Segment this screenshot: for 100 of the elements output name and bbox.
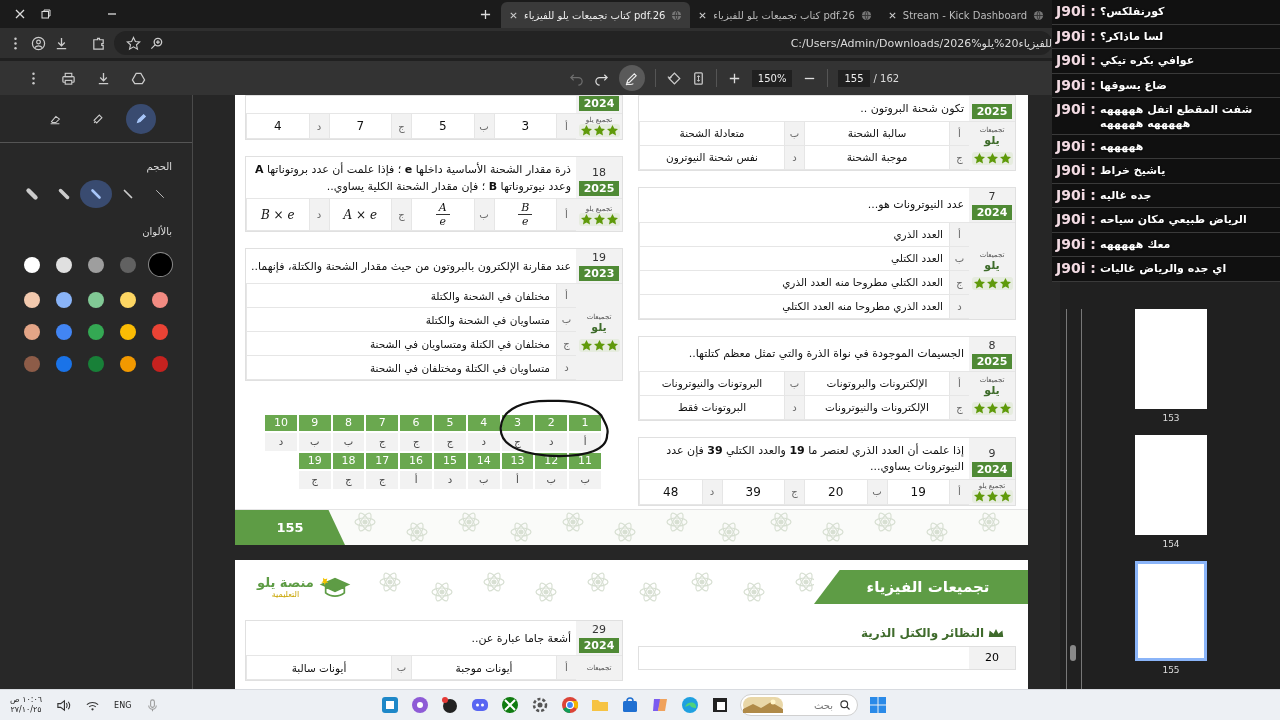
option-letter: ب <box>949 246 969 271</box>
close-icon[interactable] <box>14 8 26 20</box>
color-swatch[interactable] <box>152 324 168 340</box>
color-swatch[interactable] <box>88 324 104 340</box>
star-icon <box>580 213 592 225</box>
zoom-icon[interactable] <box>149 35 164 51</box>
browser-tab[interactable]: Stream - Kick Dashboard <box>879 2 1052 28</box>
print-icon[interactable] <box>61 70 76 86</box>
address-text[interactable]: C:/Users/Admin/Downloads/2026%للفيزياء20%يلو <box>790 36 1052 50</box>
page-thumbnail[interactable] <box>1135 561 1207 661</box>
scrollbar[interactable] <box>1066 309 1082 689</box>
crown-icon <box>988 628 1004 638</box>
annotate-button[interactable] <box>618 65 645 91</box>
color-swatch[interactable] <box>24 356 40 372</box>
star-icon <box>580 125 592 136</box>
terminal-icon[interactable] <box>710 695 730 715</box>
option-letter: أ <box>556 284 576 309</box>
star-icon[interactable] <box>126 35 141 51</box>
search-bar[interactable]: بحث <box>740 694 858 716</box>
profile-icon[interactable] <box>31 35 46 51</box>
page-total: / 162 <box>873 72 900 84</box>
speaker-icon[interactable] <box>56 697 72 713</box>
option-letter: ج <box>949 270 969 295</box>
answer-cell: د <box>467 433 500 452</box>
color-swatch[interactable] <box>24 292 40 308</box>
rotate-icon[interactable] <box>665 70 681 86</box>
color-swatch[interactable] <box>56 292 72 308</box>
question-text: تكون شحنة البروتون .. <box>859 101 965 117</box>
star-icon <box>973 403 985 415</box>
page-field[interactable]: 155 <box>838 69 870 87</box>
color-swatch[interactable] <box>88 292 104 308</box>
color-swatch[interactable] <box>88 256 104 273</box>
start-icon[interactable] <box>868 695 888 715</box>
option-text: 48 <box>639 479 702 505</box>
chat-username: J90i : <box>1056 27 1096 45</box>
color-swatch[interactable] <box>56 324 72 340</box>
option-letter: ب <box>391 656 411 680</box>
option-text: مختلفان في الشحنة والكتلة <box>246 284 556 309</box>
new-tab-icon[interactable] <box>479 8 491 20</box>
answer-cell: أ <box>569 433 601 452</box>
color-swatch[interactable] <box>24 256 40 273</box>
question-text: الجسيمات الموجودة في نواة الذرة والتي تمثل معظم كتلتها.. <box>687 346 965 363</box>
page-thumbnail[interactable] <box>1135 309 1207 409</box>
brand-label: يلو <box>984 133 1000 149</box>
question-number: 7 <box>988 188 996 205</box>
color-swatch[interactable] <box>120 356 136 372</box>
color-swatch[interactable] <box>152 292 168 308</box>
clock-date[interactable]: ٢٧/١٠/٢٥ <box>10 705 42 715</box>
option-text: العدد الذري <box>639 222 949 247</box>
graduation-cap-icon <box>317 575 352 599</box>
color-swatch[interactable] <box>120 324 136 340</box>
close-icon[interactable] <box>698 10 708 20</box>
language-indicator[interactable]: ENG <box>114 700 132 710</box>
browser-tab[interactable]: كتاب تجميعات يلو للفيزياء pdf.26 <box>690 2 880 28</box>
answer-cell: ج <box>366 433 399 452</box>
option-letter: أ <box>556 199 576 232</box>
year-label: 2024 <box>972 204 1012 220</box>
color-swatch[interactable] <box>148 253 172 276</box>
browser-icon[interactable] <box>560 695 580 715</box>
restore-icon[interactable] <box>40 8 52 20</box>
clock-time[interactable]: ١٠:٠٦ ص <box>10 695 43 705</box>
star-icon <box>593 213 605 225</box>
color-swatch[interactable] <box>120 292 136 308</box>
close-icon[interactable] <box>887 10 897 20</box>
color-swatch[interactable] <box>120 256 136 273</box>
answer-number: 10 <box>265 415 297 432</box>
game-icon[interactable] <box>500 695 520 715</box>
option-letter: أ <box>949 371 969 396</box>
year-label: 2025 <box>579 181 619 196</box>
logo-tagline: التعليمية <box>271 590 300 599</box>
star-icon <box>593 125 605 136</box>
app-icon[interactable] <box>440 695 460 715</box>
pen-tool[interactable] <box>125 103 156 134</box>
download-icon[interactable] <box>96 70 111 86</box>
browser-icon[interactable] <box>680 695 700 715</box>
star-icon <box>580 340 592 351</box>
search-field[interactable]: بحث <box>787 698 835 712</box>
brand-label: يلو <box>591 320 607 335</box>
stroke-size-option[interactable] <box>80 180 112 208</box>
color-swatch[interactable] <box>56 356 72 372</box>
color-swatch[interactable] <box>24 324 40 340</box>
extensions-icon[interactable] <box>91 35 106 51</box>
page-thumbnail[interactable] <box>1135 435 1207 535</box>
close-icon[interactable] <box>508 10 518 20</box>
answer-cell: ج <box>434 433 466 452</box>
color-swatch[interactable] <box>152 356 168 372</box>
download-icon[interactable] <box>54 35 69 51</box>
answer-cell: أ <box>501 471 534 490</box>
gear-icon[interactable] <box>530 695 550 715</box>
zoom-field[interactable]: 150% <box>751 69 793 87</box>
option-letter: د <box>949 294 969 319</box>
color-swatch[interactable] <box>88 356 104 372</box>
browser-tab[interactable]: كتاب تجميعات يلو للفيزياء pdf.26 <box>500 2 691 28</box>
color-swatch[interactable] <box>56 256 72 273</box>
search-icon <box>839 699 851 711</box>
option-text: متساويان في الكتلة ومختلفان في الشحنة <box>246 356 556 381</box>
year-label: 2025 <box>972 353 1012 369</box>
answer-number: 5 <box>434 415 466 432</box>
answer-cell: ب <box>535 471 568 490</box>
store-icon[interactable] <box>620 695 640 715</box>
